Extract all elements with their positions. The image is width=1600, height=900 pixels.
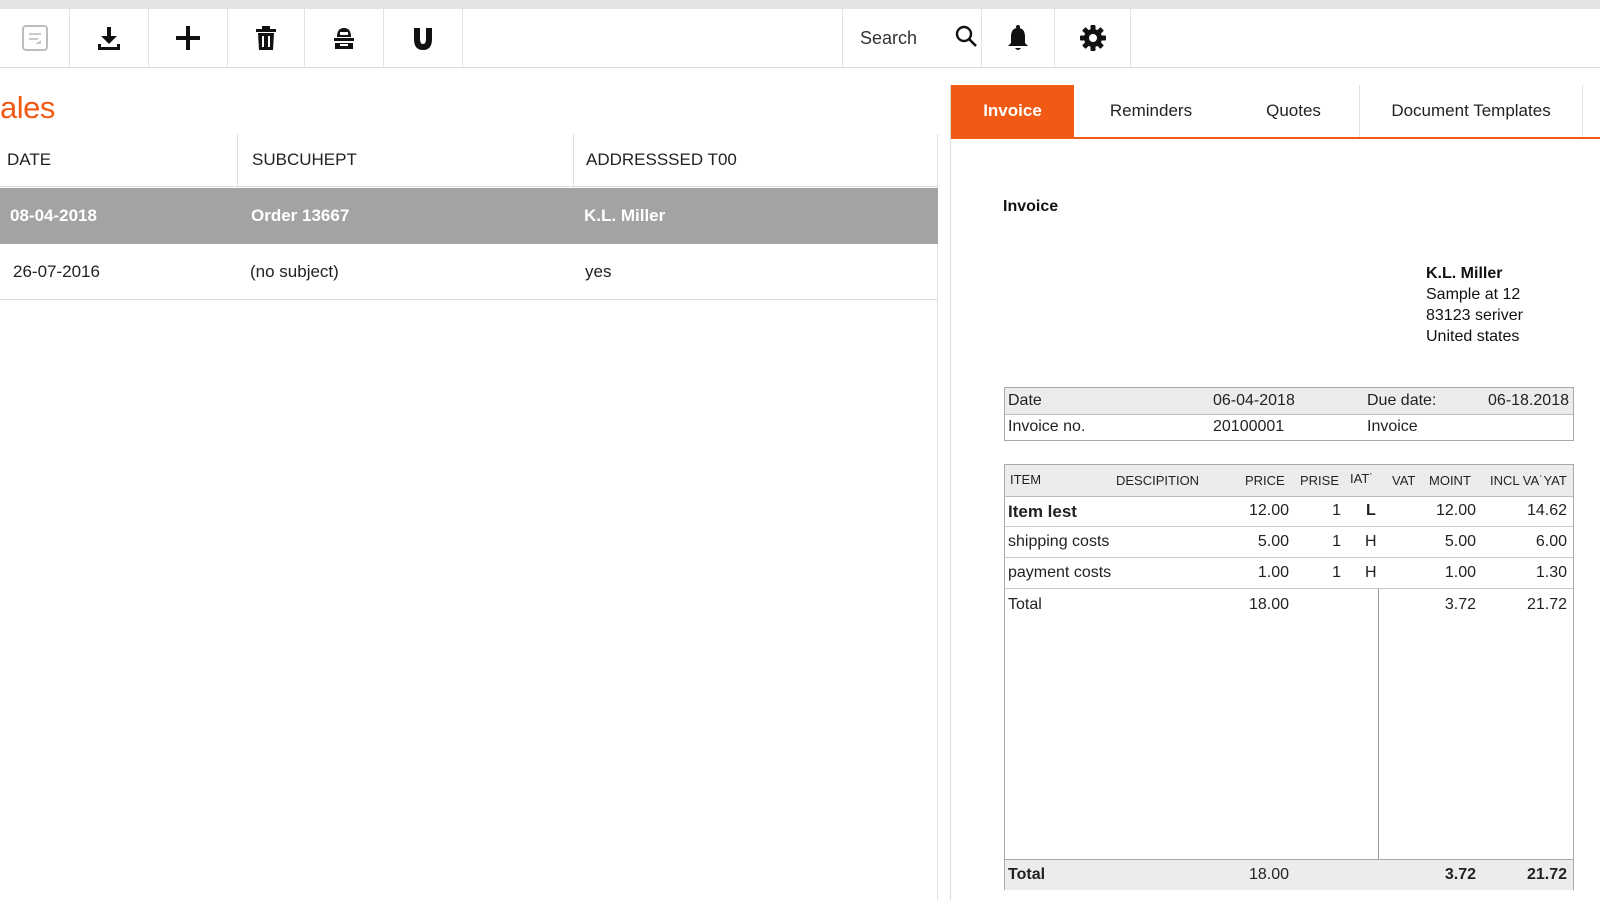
download-button[interactable] (70, 9, 149, 67)
total-price: 18.00 (1248, 866, 1289, 883)
item-amount: 5.00 (1444, 533, 1476, 550)
due-date-label: Due date: (1367, 392, 1437, 409)
row-date: 08-04-2018 (10, 206, 97, 225)
download-icon (96, 25, 122, 51)
row-date: 26-07-2016 (13, 262, 100, 281)
date-label: Date (1008, 392, 1042, 409)
total-amount: 3.72 (1444, 866, 1476, 883)
document-tabs: Invoice Reminders Quotes Document Templa… (951, 85, 1600, 139)
item-name: payment costs (1008, 564, 1112, 581)
header-amount: MOINT (1429, 473, 1471, 488)
item-price: 12.00 (1248, 502, 1289, 519)
row-addressed: K.L. Miller (584, 206, 666, 225)
magnet-icon (411, 25, 435, 51)
delete-button[interactable] (228, 9, 305, 67)
header-price: PRICE (1245, 473, 1285, 488)
invoice-no-value: 20100001 (1213, 418, 1285, 435)
invoice-heading: Invoice (1003, 198, 1059, 215)
document-type-value: Invoice (1367, 418, 1418, 435)
page-title: ales (0, 90, 55, 125)
column-divider (1378, 589, 1379, 859)
header-quantity: PRISE (1300, 473, 1340, 488)
subtotal-amount: 3.72 (1444, 596, 1476, 613)
document-icon (21, 24, 49, 52)
recipient-name: K.L. Miller (1426, 265, 1503, 282)
invoice-items-table: ITEM DESCIPITION PRICE PRISE IAT˙ VAT MO… (1004, 464, 1574, 890)
table-row[interactable]: 26-07-2016 (no subject) yes (0, 244, 938, 300)
total-row: Total 18.00 3.72 21.72 (1005, 859, 1573, 890)
header-vat-code: IAT˙ (1350, 471, 1374, 486)
invoice-no-label: Invoice no. (1008, 418, 1086, 435)
date-value: 06-04-2018 (1213, 392, 1295, 409)
invoice-meta-table: Date 06-04-2018 Due date: 06-18.2018 Inv… (1004, 387, 1574, 441)
tab-invoice[interactable]: Invoice (951, 85, 1074, 137)
total-incl-vat: 21.72 (1526, 866, 1567, 883)
subtotal-label: Total (1008, 596, 1042, 613)
column-header-date[interactable]: DATE (0, 134, 238, 187)
table-row[interactable]: 08-04-2018 Order 13667 K.L. Miller (0, 188, 938, 244)
address-line: 83123 seriver (1426, 307, 1523, 324)
toolbar (0, 9, 1600, 68)
item-quantity: 1 (1332, 502, 1341, 519)
item-quantity: 1 (1332, 564, 1341, 581)
gear-icon (1079, 24, 1107, 52)
search-input[interactable] (860, 27, 948, 49)
header-item: ITEM (1010, 472, 1042, 487)
document-button[interactable] (0, 9, 70, 67)
row-subject: (no subject) (250, 262, 339, 281)
notifications-button[interactable] (982, 9, 1055, 67)
item-amount: 1.00 (1444, 564, 1476, 581)
item-price: 1.00 (1257, 564, 1289, 581)
item-incl-vat: 14.62 (1526, 502, 1567, 519)
item-amount: 12.00 (1435, 502, 1476, 519)
header-vat: VAT (1392, 473, 1416, 488)
tab-reminders[interactable]: Reminders (1074, 85, 1228, 137)
line-item-row[interactable]: shipping costs 5.00 1 H 5.00 6.00 (1005, 527, 1573, 558)
line-item-row[interactable]: Item lest 12.00 1 L 12.00 14.62 (1005, 496, 1573, 527)
items-header-row: ITEM DESCIPITION PRICE PRISE IAT˙ VAT MO… (1005, 465, 1573, 497)
item-incl-vat: 6.00 (1535, 533, 1567, 550)
tab-quotes[interactable]: Quotes (1228, 85, 1360, 137)
search-icon[interactable] (954, 24, 978, 53)
bell-icon (1006, 24, 1030, 52)
line-item-row[interactable]: payment costs 1.00 1 H 1.00 1.30 (1005, 558, 1573, 589)
trash-icon (254, 25, 278, 51)
settings-button[interactable] (1055, 9, 1131, 67)
row-subject: Order 13667 (251, 206, 350, 225)
item-name: shipping costs (1008, 533, 1110, 550)
due-date-value: 06-18.2018 (1488, 392, 1569, 409)
subtotal-price: 18.00 (1248, 596, 1289, 613)
header-incl-vat: INCL VA˙YAT (1490, 473, 1567, 488)
header-description: DESCIPITION (1116, 473, 1200, 488)
item-vat-code: H (1365, 533, 1377, 550)
tab-document-templates[interactable]: Document Templates (1360, 85, 1583, 137)
search-box[interactable] (842, 9, 982, 67)
item-vat-code: H (1365, 564, 1377, 581)
plus-icon (175, 25, 201, 51)
subtotal-incl-vat: 21.72 (1526, 596, 1567, 613)
item-vat-code: L (1366, 502, 1376, 519)
column-header-subject[interactable]: SUBCUHEPT (238, 134, 574, 187)
recipient-address: K.L. Miller Sample at 12 83123 seriver U… (1426, 263, 1523, 347)
add-button[interactable] (149, 9, 228, 67)
item-price: 5.00 (1257, 533, 1289, 550)
total-label: Total (1008, 866, 1046, 883)
item-incl-vat: 1.30 (1535, 564, 1567, 581)
sales-list: DATE SUBCUHEPT ADDRESSSED T00 08-04-2018… (0, 134, 938, 900)
address-line: Sample at 12 (1426, 286, 1521, 303)
contact-button[interactable] (305, 9, 384, 67)
column-header-addressed[interactable]: ADDRESSSED T00 (574, 134, 938, 187)
item-quantity: 1 (1332, 533, 1341, 550)
contact-icon (331, 25, 357, 51)
magnet-button[interactable] (384, 9, 463, 67)
item-name: Item lest (1008, 502, 1077, 521)
address-line: United states (1426, 328, 1520, 345)
row-addressed: yes (585, 262, 612, 281)
window-top-strip (0, 0, 1600, 9)
